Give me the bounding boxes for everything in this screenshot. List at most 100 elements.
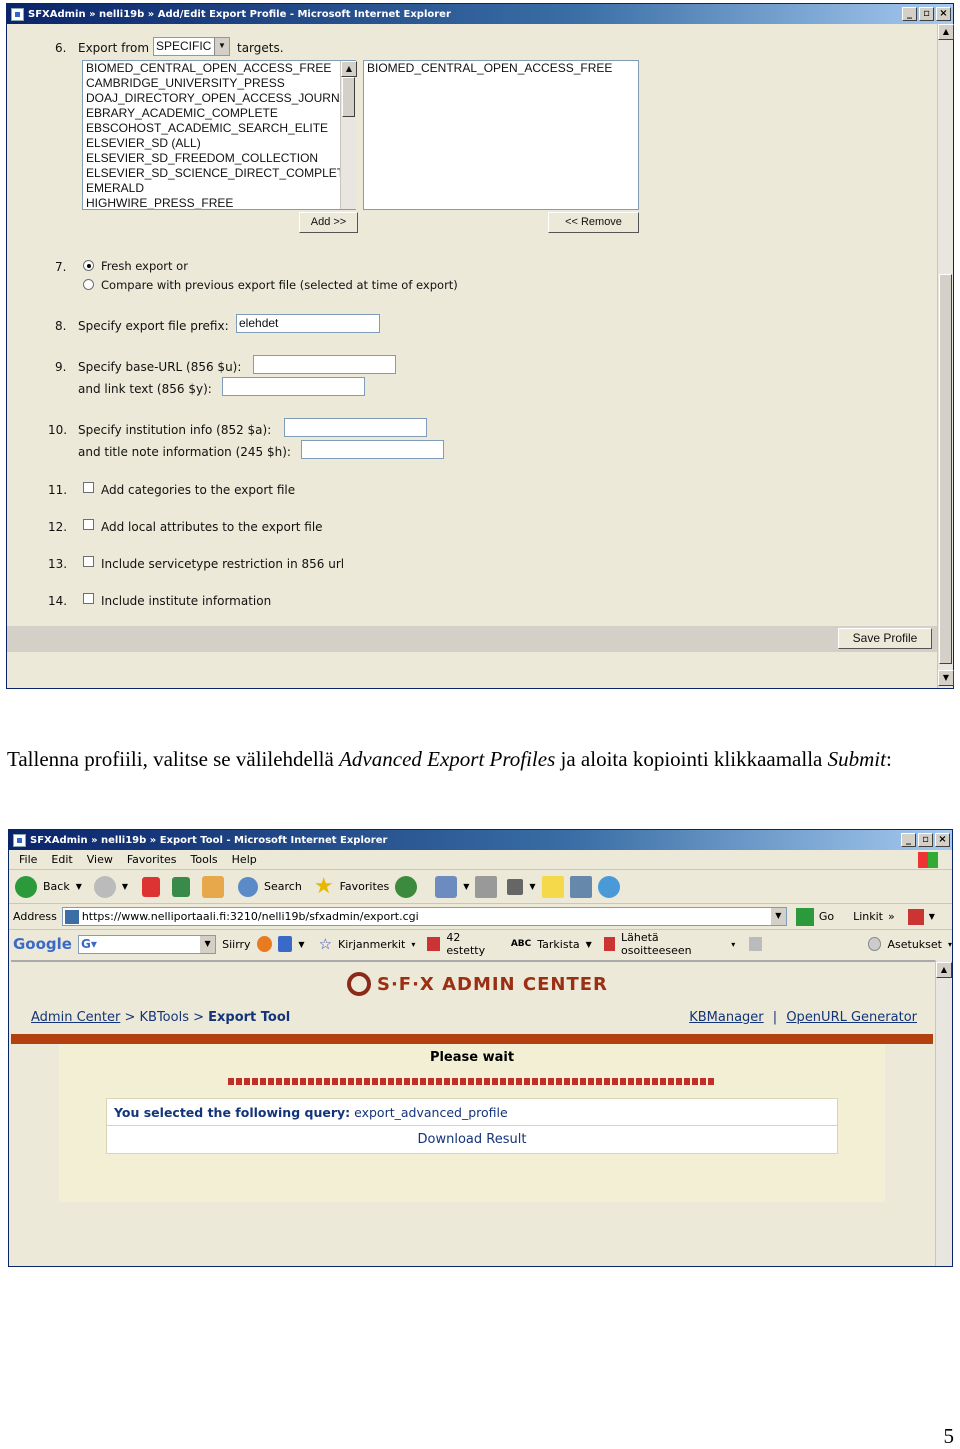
menu-help[interactable]: Help [232,853,257,866]
target-option[interactable]: EBSCOHOST_ACADEMIC_SEARCH_ELITE [83,121,339,136]
target-option[interactable]: ELSEVIER_SD_FREEDOM_COLLECTION [83,151,339,166]
home-icon[interactable] [202,875,225,898]
title-note-input[interactable] [301,440,444,459]
minimize-button[interactable]: _ [901,833,916,847]
refresh-icon[interactable] [172,876,191,897]
dropdown-icon[interactable]: ▼ [586,940,592,949]
scroll-up-icon[interactable]: ▲ [936,962,952,978]
forward-arrow-icon[interactable] [93,875,116,898]
notes-icon[interactable] [541,875,564,898]
fresh-export-radio[interactable] [83,260,94,271]
available-targets-list[interactable]: BIOMED_CENTRAL_OPEN_ACCESS_FREE CAMBRIDGE… [82,60,356,210]
target-option[interactable]: BIOMED_CENTRAL_OPEN_ACCESS_FREE [83,61,339,76]
tarkista-button[interactable]: Tarkista [537,938,579,951]
settings-circle-icon[interactable] [868,937,882,951]
dropdown-icon[interactable]: ▼ [529,882,535,891]
dropdown-icon[interactable]: ▼ [298,940,304,949]
close-button[interactable]: × [936,7,951,21]
scroll-thumb[interactable] [939,274,952,664]
back-button[interactable]: Back [43,880,70,893]
institution-info-input[interactable] [284,418,427,437]
pagerank-icon[interactable] [256,936,272,952]
favorites-button[interactable]: Favorites [340,880,390,893]
selected-target-option[interactable]: BIOMED_CENTRAL_OPEN_ACCESS_FREE [364,61,638,76]
maximize-button[interactable]: ▫ [918,833,933,847]
add-categories-checkbox[interactable] [83,482,94,493]
mail-icon[interactable] [435,875,458,898]
kirjanmerkit-button[interactable]: Kirjanmerkit [338,938,405,951]
base-url-input[interactable] [253,355,396,374]
window-scrollbar[interactable]: ▲ ▼ [937,24,954,688]
dropdown-icon[interactable]: ▾ [411,940,415,949]
address-input[interactable]: https://www.nelliportaali.fi:3210/nelli1… [61,907,787,926]
scroll-up-icon[interactable]: ▲ [938,24,954,40]
target-option[interactable]: ELSEVIER_SD_SCIENCE_DIRECT_COMPLET [83,166,344,181]
dropdown-icon[interactable]: ▼ [463,882,469,891]
chevron-down-icon[interactable]: ▼ [214,38,229,55]
export-from-select[interactable]: SPECIFIC ▼ [153,37,230,56]
compare-export-radio[interactable] [83,279,94,290]
scroll-thumb[interactable] [342,77,355,117]
translate-icon[interactable] [907,908,924,925]
search-icon[interactable] [238,876,259,897]
maximize-button[interactable]: ▫ [919,7,934,21]
estetty-button[interactable]: 42 estetty [446,931,498,957]
minimize-button[interactable]: _ [902,7,917,21]
add-local-attributes-checkbox[interactable] [83,519,94,530]
target-option[interactable]: CAMBRIDGE_UNIVERSITY_PRESS [83,76,339,91]
back-arrow-icon[interactable] [15,875,37,898]
available-targets-scrollbar[interactable]: ▲ [340,61,357,209]
asetukset-button[interactable]: Asetukset [887,938,942,951]
bookmark-star-icon[interactable]: ☆ [319,935,332,953]
go-arrow-icon[interactable] [795,907,814,926]
target-option[interactable]: DOAJ_DIRECTORY_OPEN_ACCESS_JOURNA [83,91,348,106]
spellcheck-icon[interactable]: ABC [511,939,531,949]
dropdown-icon[interactable]: ▼ [122,882,128,891]
openurl-generator-link[interactable]: OpenURL Generator [786,1010,917,1025]
scroll-down-icon[interactable]: ▼ [938,670,954,686]
chevron-down-icon[interactable]: ▼ [770,908,786,925]
chevron-down-icon[interactable]: ▼ [200,935,216,953]
download-result-link[interactable]: Download Result [107,1126,837,1153]
laheta-button[interactable]: Lähetä osoitteeseen [621,931,725,957]
edit-icon[interactable] [507,878,524,895]
institute-info-checkbox[interactable] [83,593,94,604]
double-chevron-icon[interactable]: » [888,910,895,923]
dropdown-icon[interactable]: ▼ [76,882,82,891]
breadcrumb-admin-center[interactable]: Admin Center [31,1010,120,1025]
messenger-icon[interactable] [597,875,620,898]
servicetype-restriction-checkbox[interactable] [83,556,94,567]
siirry-button[interactable]: Siirry [222,938,250,951]
links-label[interactable]: Linkit [853,910,883,923]
highlighter-icon[interactable] [749,937,763,951]
go-button[interactable]: Go [819,910,834,923]
link-text-input[interactable] [222,377,365,396]
history-icon[interactable] [395,875,418,898]
menu-favorites[interactable]: Favorites [127,853,177,866]
menu-edit[interactable]: Edit [51,853,72,866]
menu-tools[interactable]: Tools [191,853,218,866]
google-search-input[interactable]: G▾ ▼ [77,934,217,954]
selected-targets-list[interactable]: BIOMED_CENTRAL_OPEN_ACCESS_FREE [363,60,639,210]
target-option[interactable]: ELSEVIER_SD (ALL) [83,136,339,151]
close-button[interactable]: × [935,833,950,847]
export-prefix-input[interactable]: elehdet [236,314,380,333]
popup-blocker-icon[interactable] [427,937,441,951]
stop-icon[interactable] [142,876,161,897]
dropdown-icon[interactable]: ▾ [948,940,952,949]
target-option[interactable]: EBRARY_ACADEMIC_COMPLETE [83,106,339,121]
news-icon[interactable] [277,936,293,952]
window-scrollbar[interactable]: ▲ [935,960,952,1266]
remove-button[interactable]: << Remove [548,212,639,233]
dropdown-icon[interactable]: ▼ [929,912,935,921]
target-option[interactable]: EMERALD [83,181,339,196]
send-icon[interactable] [603,937,615,951]
save-profile-button[interactable]: Save Profile [838,628,932,649]
favorites-star-icon[interactable]: ★ [314,874,334,899]
target-option[interactable]: HIGHWIRE_PRESS_FREE [83,196,339,209]
research-icon[interactable] [569,875,592,898]
kbmanager-link[interactable]: KBManager [689,1010,763,1025]
menu-file[interactable]: File [19,853,37,866]
menu-view[interactable]: View [87,853,113,866]
dropdown-icon[interactable]: ▾ [731,940,735,949]
